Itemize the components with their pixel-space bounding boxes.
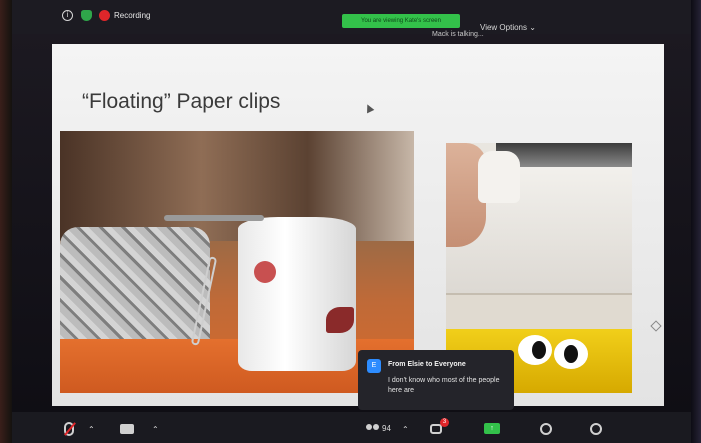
recording-dot-icon [99,10,110,21]
chat-sender-label: From Elsie to Everyone [388,361,466,368]
cup-flower-pattern [254,261,276,283]
toy-pupil-right [564,345,578,363]
cup-leaf-pattern [326,307,354,333]
record-icon[interactable] [540,423,552,435]
meeting-controls-toolbar: ⌃ ⌃ 94 ⌃ 3 ↑ [12,412,691,443]
sender-avatar: E [367,359,381,373]
shield-icon[interactable] [81,10,92,21]
toy-pupil-left [532,341,546,359]
bezel-right [691,0,701,443]
screen-share-banner: You are viewing Kate's screen [342,14,460,28]
chat-notification[interactable]: E From Elsie to Everyone I don't know wh… [358,350,514,410]
photo-paperclip-horizontal [164,215,264,221]
bezel-left [0,0,12,443]
photo-paper-cup [238,217,356,371]
participants-count[interactable]: 94 [382,424,391,433]
chat-unread-badge: 3 [440,418,449,427]
slide-title: “Floating” Paper clips [82,90,281,113]
info-icon[interactable]: i [62,10,73,21]
photo-pillow [60,227,210,357]
photo-background-wall [60,131,414,241]
participants-icon[interactable] [366,424,380,434]
participants-caret-icon[interactable]: ⌃ [402,425,409,434]
view-options-button[interactable]: View Options ⌄ [480,23,536,32]
recording-label: Recording [114,11,151,20]
audio-options-caret-icon[interactable]: ⌃ [88,425,95,434]
chat-message-text: I don't know who most of the people here… [388,377,500,394]
video-camera-icon[interactable] [120,424,134,434]
video-options-caret-icon[interactable]: ⌃ [152,425,159,434]
reactions-icon[interactable] [590,423,602,435]
share-screen-icon[interactable]: ↑ [484,423,500,434]
photo-small-cup [478,151,520,203]
active-speaker-label: Mack is talking... [432,31,484,38]
meeting-top-bar: i Recording You are viewing Kate's scree… [12,0,691,38]
photo-table-edge [446,293,632,329]
